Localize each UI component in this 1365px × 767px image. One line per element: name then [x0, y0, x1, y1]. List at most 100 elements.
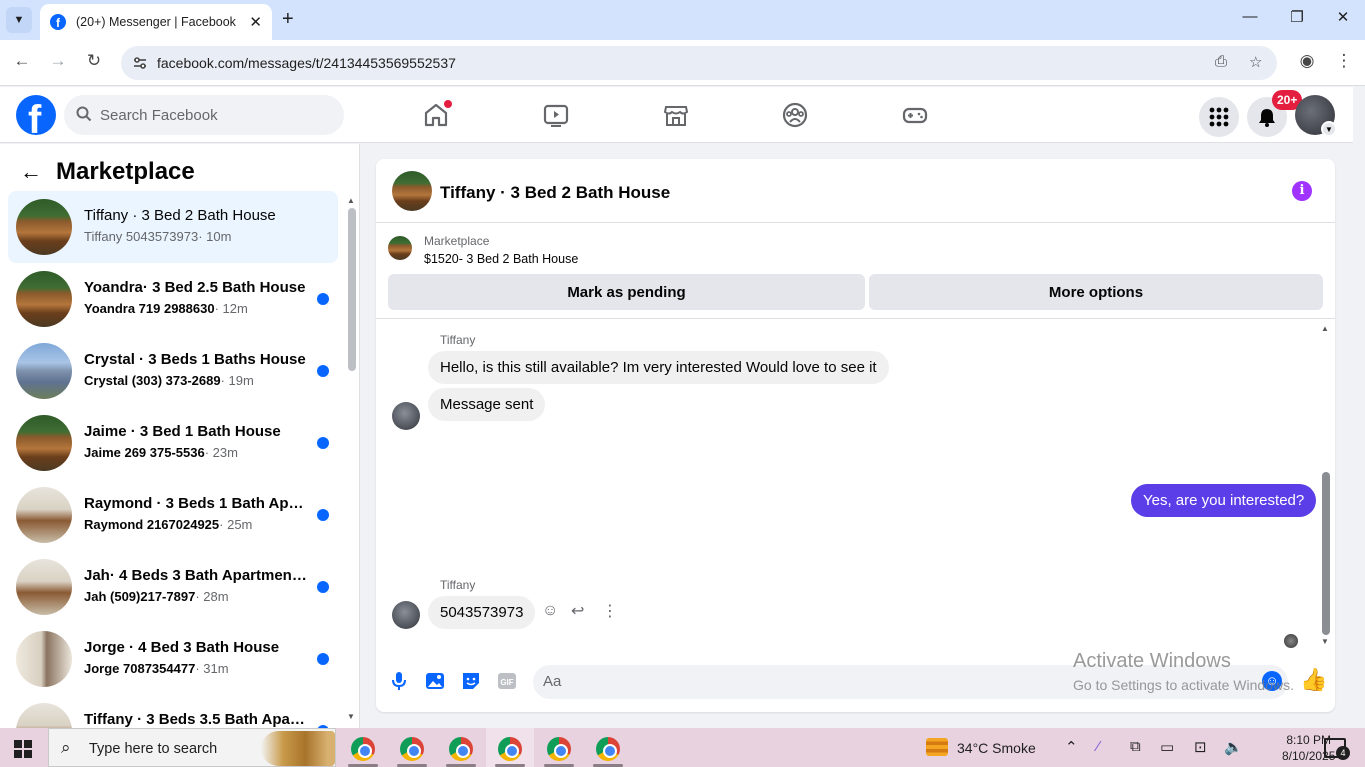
gif-icon[interactable]: GIF: [496, 670, 518, 692]
tab-search-icon[interactable]: ▼: [6, 7, 32, 33]
listing-label: Marketplace: [424, 234, 490, 248]
conversation-info-icon[interactable]: i: [1292, 181, 1312, 201]
tray-chevron-icon[interactable]: ⌃: [1065, 738, 1078, 756]
install-app-icon[interactable]: ⎙: [1215, 53, 1227, 70]
chrome-icon[interactable]: [547, 737, 571, 761]
scrollbar-thumb[interactable]: [348, 208, 356, 371]
chrome-icon[interactable]: [596, 737, 620, 761]
conversation-time: · 23m: [204, 445, 238, 460]
photo-attach-icon[interactable]: [424, 670, 446, 692]
incoming-message[interactable]: Hello, is this still available? Im very …: [428, 351, 889, 384]
outgoing-message[interactable]: Yes, are you interested?: [1131, 484, 1317, 517]
volume-icon[interactable]: 🔈: [1224, 738, 1243, 756]
sender-avatar[interactable]: [392, 601, 420, 629]
reload-icon[interactable]: ↻: [82, 51, 106, 71]
chat-listing-avatar[interactable]: [392, 171, 432, 211]
facebook-search-input[interactable]: Search Facebook: [64, 95, 344, 135]
browser-tab-messenger[interactable]: f (20+) Messenger | Facebook ✕: [40, 4, 272, 40]
listing-thumbnail: [16, 631, 72, 687]
menu-grid-icon: [1209, 107, 1229, 127]
reply-icon[interactable]: ↩: [571, 601, 584, 621]
conversation-item[interactable]: Crystal · 3 Beds 1 Baths House Crystal (3…: [8, 335, 338, 407]
taskbar-search-input[interactable]: ⌕ Type here to search: [48, 728, 336, 767]
incoming-message[interactable]: Message sent: [428, 388, 546, 421]
sticker-icon[interactable]: [460, 670, 482, 692]
unread-indicator: [317, 293, 329, 305]
groups-icon[interactable]: [781, 101, 809, 129]
minimize-icon[interactable]: —: [1240, 8, 1260, 25]
facebook-logo-icon[interactable]: f: [16, 95, 56, 135]
listing-price[interactable]: $1520- 3 Bed 2 Bath House: [424, 252, 578, 266]
conversation-item[interactable]: Jah· 4 Beds 3 Bath Apartment/... Jah (509…: [8, 551, 338, 623]
sender-name: Tiffany: [440, 333, 476, 347]
incoming-message[interactable]: 5043573973: [428, 596, 536, 629]
conversation-item[interactable]: Jorge · 4 Bed 3 Bath House Jorge 70873544…: [8, 623, 338, 695]
chrome-icon[interactable]: [449, 737, 473, 761]
mark-as-pending-button[interactable]: Mark as pending: [388, 274, 865, 310]
message-thread: Tiffany Hello, is this still available? …: [376, 320, 1335, 650]
sender-avatar[interactable]: [392, 402, 420, 430]
chrome-icon[interactable]: [498, 737, 522, 761]
listing-thumbnail: [16, 271, 72, 327]
page-scrollbar[interactable]: [1353, 87, 1365, 728]
chrome-icon[interactable]: [400, 737, 424, 761]
home-notification-dot: [444, 100, 452, 108]
chat-title[interactable]: Tiffany · 3 Bed 2 Bath House: [440, 183, 670, 203]
conversation-item[interactable]: Tiffany · 3 Beds 3.5 Bath Apart...: [8, 695, 338, 728]
battery-icon[interactable]: ▭: [1160, 738, 1174, 756]
conversation-item[interactable]: Yoandra· 3 Bed 2.5 Bath House Yoandra 719…: [8, 263, 338, 335]
message-input[interactable]: Aa: [533, 665, 1288, 699]
weather-icon[interactable]: [926, 738, 948, 756]
forward-icon[interactable]: →: [46, 51, 70, 71]
more-options-button[interactable]: More options: [869, 274, 1323, 310]
conversation-contact: Jaime 269 375-5536: [84, 445, 205, 460]
menu-grid-button[interactable]: [1199, 97, 1239, 137]
tab-close-icon[interactable]: ✕: [249, 13, 262, 31]
notification-center-icon[interactable]: 4: [1324, 738, 1350, 760]
conversation-time: · 31m: [195, 661, 229, 676]
conversation-item[interactable]: Raymond · 3 Beds 1 Bath Apar... Raymond 2…: [8, 479, 338, 551]
conversation-list-scrollbar[interactable]: ▲ ▼: [346, 196, 358, 724]
listing-thumbnail[interactable]: [388, 236, 412, 260]
new-tab-button[interactable]: +: [282, 8, 294, 31]
browser-menu-icon[interactable]: ⋮: [1332, 51, 1356, 71]
site-info-icon[interactable]: [131, 54, 149, 72]
search-icon: ⌕: [61, 738, 71, 757]
account-chevron-icon[interactable]: ▼: [1321, 121, 1337, 137]
omnibox[interactable]: facebook.com/messages/t/2413445356955253…: [121, 46, 1277, 80]
thumbs-up-icon[interactable]: 👍: [1300, 667, 1327, 693]
conversation-contact: Jorge 7087354477: [84, 661, 196, 676]
conversation-preview: Jaime 269 375-5536· 23m: [84, 445, 238, 460]
profile-icon[interactable]: ◉: [1295, 51, 1319, 71]
close-window-icon[interactable]: ✕: [1333, 8, 1353, 26]
more-actions-icon[interactable]: ⋮: [602, 601, 618, 621]
conversation-time: · 28m: [195, 589, 229, 604]
windows-taskbar: ⌕ Type here to search 34°C Smoke ⌃ ⁄ ⧉ ▭…: [0, 728, 1365, 767]
scrollbar-thumb[interactable]: [1322, 472, 1330, 635]
conversation-time: · 12m: [214, 301, 248, 316]
video-icon[interactable]: [542, 101, 570, 129]
weather-text[interactable]: 34°C Smoke: [957, 740, 1036, 756]
back-arrow-icon[interactable]: ←: [20, 159, 42, 185]
meet-icon[interactable]: ⧉: [1130, 738, 1141, 755]
conversation-item[interactable]: Tiffany · 3 Bed 2 Bath House Tiffany 5043…: [8, 191, 338, 263]
listing-thumbnail: [16, 199, 72, 255]
conversation-title: Raymond · 3 Beds 1 Bath Apar...: [84, 495, 308, 512]
network-icon[interactable]: ⊡: [1194, 738, 1207, 756]
conversation-contact: Jah (509)217-7897: [84, 589, 196, 604]
message-thread-scrollbar[interactable]: ▲ ▼: [1320, 324, 1332, 648]
chrome-icon[interactable]: [351, 737, 375, 761]
gaming-icon[interactable]: [901, 101, 929, 129]
emoji-picker-icon[interactable]: ☺: [1262, 671, 1282, 691]
back-icon[interactable]: ←: [10, 51, 34, 71]
restore-icon[interactable]: ❐: [1287, 8, 1307, 26]
microphone-icon[interactable]: [388, 670, 410, 692]
marketplace-icon[interactable]: [662, 101, 690, 129]
panel-title: Marketplace: [56, 158, 195, 185]
windows-start-icon[interactable]: [14, 740, 32, 758]
react-emoji-icon[interactable]: ☺: [542, 602, 558, 620]
bookmark-star-icon[interactable]: ☆: [1249, 53, 1262, 71]
conversation-item[interactable]: Jaime · 3 Bed 1 Bath House Jaime 269 375-…: [8, 407, 338, 479]
pen-icon[interactable]: ⁄: [1097, 738, 1100, 755]
conversation-time: · 19m: [220, 373, 254, 388]
